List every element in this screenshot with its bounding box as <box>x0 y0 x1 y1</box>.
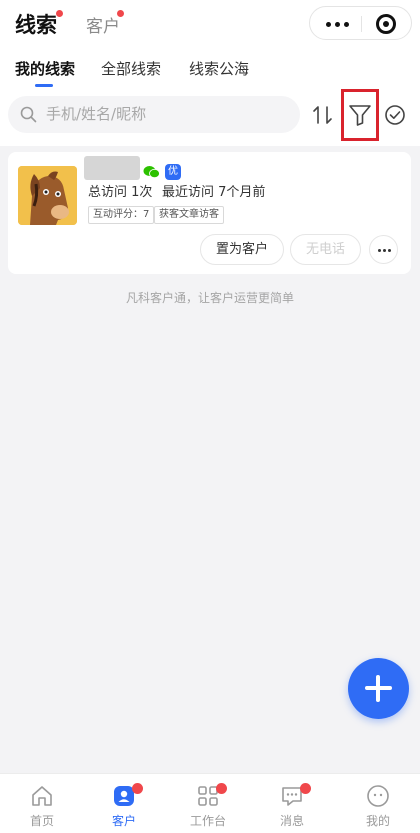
nav-workbench[interactable]: 工作台 <box>166 774 250 833</box>
nav-customers-dot <box>132 783 143 794</box>
card-more-button[interactable] <box>369 235 398 264</box>
last-visit-value: 7个月前 <box>218 185 266 200</box>
subtab-my-leads[interactable]: 我的线索 <box>15 59 75 79</box>
nav-messages-dot <box>300 783 311 794</box>
capsule-divider <box>361 16 362 32</box>
horse-avatar-icon <box>18 166 77 225</box>
wechat-icon <box>143 166 160 179</box>
nav-customers[interactable]: 客户 <box>82 774 166 833</box>
tab-customers[interactable]: 客户 <box>86 14 120 40</box>
last-visit: 最近访问 7个月前 <box>162 184 265 202</box>
top-bar: 线索 客户 我的线索 全部线索 线索公海 手机/姓名/昵称 <box>0 0 420 146</box>
nav-profile-label: 我的 <box>365 814 390 828</box>
nav-profile[interactable]: 我的 <box>336 774 420 833</box>
lead-card[interactable]: 优 总访问 1次 最近访问 7个月前 互动评分：7 获客文章访客 置为客户 无电… <box>8 152 411 274</box>
tab-leads[interactable]: 线索 <box>15 12 57 38</box>
nav-workbench-dot <box>216 783 227 794</box>
profile-icon <box>367 785 389 807</box>
sort-icon[interactable] <box>310 102 336 128</box>
miniprogram-capsule <box>309 6 412 40</box>
filter-icon[interactable] <box>346 102 374 128</box>
total-visits-value: 1次 <box>131 185 153 200</box>
avatar <box>18 166 77 225</box>
no-phone-button[interactable]: 无电话 <box>290 234 361 265</box>
active-subtab-indicator <box>35 84 53 87</box>
search-input[interactable]: 手机/姓名/昵称 <box>8 96 300 133</box>
nav-messages-label: 消息 <box>279 814 304 828</box>
nav-home-label: 首页 <box>29 814 54 828</box>
bottom-nav: 首页 客户 工作台 消息 我的 <box>0 773 420 833</box>
subtab-lead-pool[interactable]: 线索公海 <box>189 59 249 79</box>
target-icon[interactable] <box>376 14 396 34</box>
search-icon <box>20 106 37 123</box>
home-icon <box>32 786 52 806</box>
search-placeholder: 手机/姓名/昵称 <box>46 105 147 123</box>
set-as-customer-button[interactable]: 置为客户 <box>200 234 284 265</box>
total-visits: 总访问 1次 <box>88 184 152 202</box>
nav-home[interactable]: 首页 <box>0 774 84 833</box>
tab-leads-dot <box>56 10 63 17</box>
more-dots-icon[interactable] <box>326 22 350 27</box>
lead-name-redacted <box>84 156 140 180</box>
slogan: 凡科客户通，让客户运营更简单 <box>125 291 294 305</box>
last-visit-label: 最近访问 <box>162 185 215 200</box>
nav-workbench-label: 工作台 <box>189 814 226 828</box>
total-visits-label: 总访问 <box>88 185 128 200</box>
add-lead-button[interactable] <box>348 658 409 719</box>
subtab-all-leads[interactable]: 全部线索 <box>101 59 161 79</box>
nav-messages[interactable]: 消息 <box>250 774 334 833</box>
interaction-score-tag: 互动评分：7 <box>88 206 155 224</box>
tab-customers-dot <box>117 10 124 17</box>
check-circle-icon[interactable] <box>384 104 406 126</box>
quality-badge: 优 <box>165 164 181 180</box>
source-tag: 获客文章访客 <box>154 206 224 224</box>
nav-customers-label: 客户 <box>111 814 136 828</box>
